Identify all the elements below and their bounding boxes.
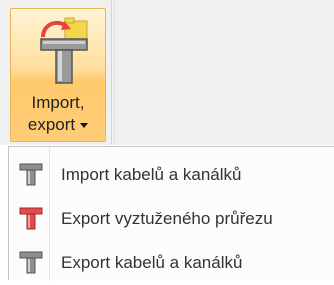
t-beam-import-export-icon	[40, 17, 88, 84]
dropdown-caret-icon	[80, 123, 89, 129]
ribbon-separator	[114, 0, 115, 145]
t-beam-gray-icon	[19, 251, 43, 274]
import-export-label-line1: Import,	[31, 93, 85, 112]
import-export-button[interactable]: Import, export	[10, 8, 106, 142]
ribbon: Import, export	[0, 0, 334, 145]
menu-item-label: Export kabelů a kanálků	[61, 253, 243, 272]
ribbon-separator	[111, 0, 112, 145]
import-export-dropdown-menu: Import kabelů a kanálků Export vyztužené…	[8, 146, 334, 281]
t-beam-gray-icon	[19, 163, 43, 186]
menu-item-export-reinforced-section[interactable]: Export vyztuženého průřezu	[9, 197, 334, 241]
menu-item-import-cables[interactable]: Import kabelů a kanálků	[9, 153, 334, 197]
menu-item-label: Import kabelů a kanálků	[61, 165, 242, 184]
menu-item-label: Export vyztuženého průřezu	[61, 209, 273, 228]
menu-item-export-cables[interactable]: Export kabelů a kanálků	[9, 241, 334, 285]
t-beam-red-icon	[19, 207, 43, 230]
import-export-label-line2: export	[11, 115, 105, 135]
